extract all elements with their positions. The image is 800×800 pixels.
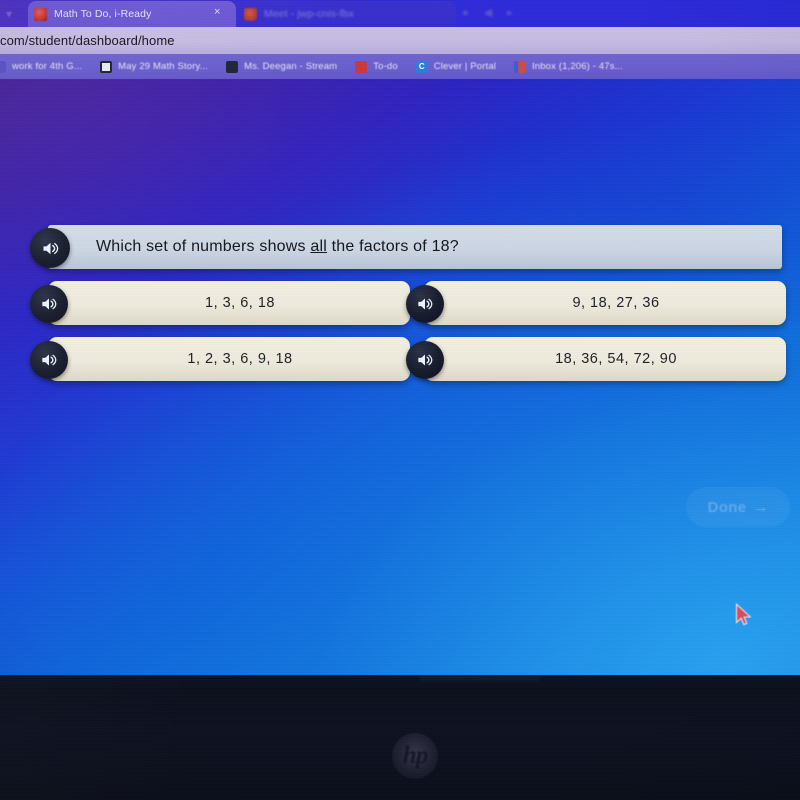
bookmark-item[interactable]: May 29 Math Story... (100, 54, 208, 79)
tab-extra-icon-1[interactable]: ● (462, 7, 469, 19)
done-button-label: Done (707, 498, 747, 516)
browser-tab-inactive[interactable]: Meet - jwp-cnis-fbx (238, 1, 456, 27)
question-row: Which set of numbers shows all the facto… (30, 225, 782, 271)
iready-lesson-area: Which set of numbers shows all the facto… (0, 79, 800, 675)
bookmark-item[interactable]: C Clever | Portal (415, 54, 497, 79)
answer-pill[interactable]: 1, 3, 6, 18 (48, 281, 410, 325)
clever-icon: C (415, 60, 428, 73)
classroom-red-icon (355, 60, 368, 73)
laptop-screen: ▾ Math To Do, i-Ready × Meet - jwp-cnis-… (0, 0, 800, 690)
tab-close-icon[interactable]: × (214, 6, 220, 18)
meet-favicon-icon (244, 7, 257, 21)
bookmark-item[interactable]: To-do (355, 54, 398, 79)
browser-address-bar[interactable]: com/student/dashboard/home (0, 27, 800, 54)
mouse-cursor (735, 603, 752, 626)
answer-pill[interactable]: 18, 36, 54, 72, 90 (424, 337, 786, 381)
question-text: Which set of numbers shows all the facto… (96, 238, 459, 255)
bookmark-label: Inbox (1,206) - 47s... (532, 61, 623, 72)
hp-logo-icon: hp (392, 733, 438, 779)
answer-option-a[interactable]: 1, 3, 6, 18 (30, 281, 410, 327)
arrow-right-icon: → (753, 498, 769, 516)
answer-text: 1, 3, 6, 18 (205, 295, 275, 311)
gmail-icon (514, 60, 527, 73)
tab-extra-icon-2[interactable]: ◀ (484, 6, 492, 19)
question-emphasis: all (310, 238, 327, 255)
speaker-icon[interactable] (30, 285, 68, 323)
speaker-icon[interactable] (406, 341, 444, 379)
done-button[interactable]: Done → (686, 487, 790, 527)
bookmark-item[interactable]: Ms. Deegan - Stream (226, 54, 337, 79)
bookmarks-bar: work for 4th G... May 29 Math Story... M… (0, 54, 800, 79)
answer-text: 1, 2, 3, 6, 9, 18 (187, 351, 293, 367)
answer-pill[interactable]: 9, 18, 27, 36 (424, 281, 786, 325)
bookmark-label: To-do (373, 61, 398, 72)
browser-tab-title-secondary: Meet - jwp-cnis-fbx (264, 8, 355, 20)
doc-icon (0, 60, 6, 73)
classroom-icon (226, 60, 239, 73)
speaker-icon[interactable] (30, 228, 70, 268)
bookmark-label: Clever | Portal (433, 61, 497, 72)
speaker-icon[interactable] (406, 285, 444, 323)
screenshot-root: ▾ Math To Do, i-Ready × Meet - jwp-cnis-… (0, 0, 800, 800)
question-bar: Which set of numbers shows all the facto… (48, 225, 782, 269)
bookmark-label: Ms. Deegan - Stream (244, 61, 338, 72)
iready-favicon-icon (34, 7, 47, 21)
answer-pill[interactable]: 1, 2, 3, 6, 9, 18 (48, 337, 410, 381)
address-bar-url: com/student/dashboard/home (0, 33, 175, 48)
speaker-icon[interactable] (30, 341, 68, 379)
browser-tab-title: Math To Do, i-Ready (54, 8, 152, 20)
tab-search-icon[interactable]: ▾ (6, 7, 19, 21)
bookmark-label: May 29 Math Story... (118, 61, 209, 72)
answer-option-d[interactable]: 18, 36, 54, 72, 90 (406, 337, 786, 383)
slides-icon (100, 60, 113, 73)
tab-strip-right-icons: ● ◀ ▸ (462, 6, 513, 20)
screen-sheen (420, 676, 540, 680)
answer-option-c[interactable]: 1, 2, 3, 6, 9, 18 (30, 337, 410, 383)
answer-text: 9, 18, 27, 36 (572, 295, 660, 311)
bookmark-item[interactable]: Inbox (1,206) - 47s... (514, 54, 623, 79)
answer-text: 18, 36, 54, 72, 90 (555, 351, 677, 367)
answer-option-b[interactable]: 9, 18, 27, 36 (406, 281, 786, 327)
browser-tab-active[interactable]: Math To Do, i-Ready (28, 1, 236, 27)
new-tab-icon[interactable]: ▸ (507, 6, 513, 19)
bookmark-label: work for 4th G... (12, 61, 83, 72)
bookmark-item[interactable]: work for 4th G... (0, 54, 82, 79)
browser-tab-strip: ▾ Math To Do, i-Ready × Meet - jwp-cnis-… (0, 0, 800, 27)
